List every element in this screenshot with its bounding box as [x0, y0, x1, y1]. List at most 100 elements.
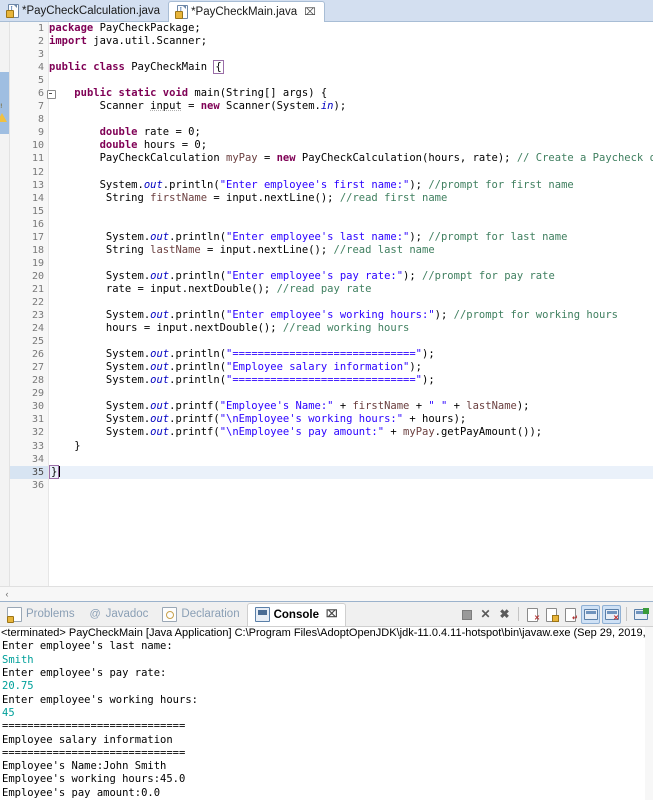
console-input-line: 20.75	[2, 680, 34, 693]
code-area[interactable]: package PayCheckPackage; import java.util…	[49, 22, 653, 586]
code-line[interactable]	[49, 205, 653, 218]
code-token: out	[150, 361, 170, 374]
pin-console-button[interactable]	[581, 604, 600, 624]
code-line[interactable]: rate = input.nextDouble(); //read pay ra…	[49, 283, 653, 296]
code-token: public static void	[74, 87, 195, 100]
code-token: System.	[49, 269, 151, 282]
code-token: .getPayAmount());	[434, 426, 543, 439]
line-number: 18	[31, 244, 44, 256]
editor-tab-label: *PayCheckMain.java	[191, 6, 298, 18]
code-line[interactable]: System.out.println("Enter employee's wor…	[49, 309, 653, 322]
code-token: "Enter employee's pay rate:"	[226, 269, 404, 282]
console-output-line: =============================	[2, 746, 186, 759]
code-line[interactable]: String lastName = input.nextLine(); //re…	[49, 244, 653, 257]
code-token: PayCheckCalculation	[49, 152, 227, 165]
code-line[interactable]	[49, 218, 653, 231]
remove-all-terminated-button[interactable]: ✖	[496, 606, 513, 623]
code-line[interactable]: System.out.printf("\nEmployee's working …	[49, 413, 653, 426]
code-token: PayCheckPackage;	[99, 22, 201, 34]
code-line[interactable]	[49, 296, 653, 309]
code-line[interactable]: public class PayCheckMain {	[49, 60, 653, 75]
code-line[interactable]: String firstName = input.nextLine(); //r…	[49, 192, 653, 205]
code-line[interactable]: System.out.println("Enter employee's pay…	[49, 270, 653, 283]
editor-horizontal-scrollbar[interactable]: ‹	[0, 586, 653, 602]
line-number: 7!	[0, 100, 48, 123]
tab-label: Problems	[26, 608, 75, 621]
line-number: 29	[31, 388, 44, 400]
code-token: );	[333, 100, 347, 113]
code-token: out	[150, 230, 170, 243]
open-console-button[interactable]	[632, 606, 649, 623]
code-line[interactable]	[49, 257, 653, 270]
code-line[interactable]	[49, 479, 653, 492]
display-selected-console-button[interactable]: ✕	[602, 604, 621, 624]
code-line[interactable]: System.out.println("Enter employee's las…	[49, 231, 653, 244]
code-line[interactable]: hours = input.nextDouble(); //read worki…	[49, 322, 653, 335]
code-token: "\nEmployee's pay amount:"	[219, 426, 385, 439]
code-token: = input.nextLine();	[207, 191, 340, 204]
tab-console[interactable]: Console ⌧	[246, 602, 346, 626]
line-number: 13	[31, 179, 44, 191]
line-number: 11	[31, 153, 44, 165]
clear-console-button[interactable]: ✕	[524, 606, 541, 623]
code-token: System.	[49, 309, 151, 322]
code-token: rate = input.nextDouble();	[49, 282, 277, 295]
tab-declaration[interactable]: Declaration	[155, 603, 246, 625]
code-line[interactable]: double rate = 0;	[49, 126, 653, 139]
code-line[interactable]: package PayCheckPackage;	[49, 22, 653, 35]
editor-tab-paycheckcalculation[interactable]: J *PayCheckCalculation.java	[0, 1, 169, 21]
remove-launch-button[interactable]: ✕	[477, 606, 494, 623]
scroll-left-icon[interactable]: ‹	[0, 589, 14, 599]
code-editor[interactable]: 1 2 3 4 5 6 7! 8 9 10 11 12 13 14 15 16 17 18 19 20 21 22 23 24…	[0, 22, 653, 587]
editor-tab-paycheckmain[interactable]: J *PayCheckMain.java ⌧	[168, 1, 325, 22]
code-line[interactable]	[49, 453, 653, 466]
code-line[interactable]	[49, 74, 653, 87]
code-line[interactable]: }	[49, 464, 653, 479]
code-line[interactable]: System.out.printf("Employee's Name:" + f…	[49, 400, 653, 413]
code-line[interactable]: PayCheckCalculation myPay = new PayCheck…	[49, 152, 653, 165]
code-line[interactable]	[49, 387, 653, 400]
code-line[interactable]	[49, 48, 653, 61]
code-line[interactable]: double hours = 0;	[49, 139, 653, 152]
tab-javadoc[interactable]: @ Javadoc	[82, 603, 156, 625]
code-line[interactable]	[49, 113, 653, 126]
code-token: hours = input.nextDouble();	[49, 322, 283, 335]
warning-icon[interactable]: !	[0, 101, 7, 123]
close-icon[interactable]: ⌧	[304, 7, 316, 18]
code-token: " "	[428, 400, 448, 413]
code-line[interactable]: System.out.printf("\nEmployee's pay amou…	[49, 426, 653, 439]
code-token: out	[143, 178, 163, 191]
code-token: //prompt for pay rate	[422, 269, 555, 282]
tab-problems[interactable]: Problems	[0, 603, 82, 625]
code-line[interactable]	[49, 335, 653, 348]
code-token: double	[99, 139, 144, 152]
code-line[interactable]: System.out.println("====================…	[49, 348, 653, 361]
java-file-icon: J	[6, 4, 19, 18]
line-number: 19	[31, 257, 44, 269]
code-line[interactable]: System.out.println("Employee salary info…	[49, 361, 653, 374]
code-line[interactable]: }	[49, 440, 653, 453]
console-vertical-scrollbar[interactable]	[645, 627, 653, 800]
code-line[interactable]: System.out.println("Enter employee's fir…	[49, 179, 653, 192]
console-view: Problems @ Javadoc Declaration Console ⌧…	[0, 601, 653, 800]
console-output-line: Enter employee's last name:	[2, 640, 173, 653]
code-line[interactable]: Scanner input = new Scanner(System.in);	[49, 100, 653, 113]
word-wrap-button[interactable]: ↵	[562, 606, 579, 623]
console-output[interactable]: <terminated> PayCheckMain [Java Applicat…	[0, 627, 653, 800]
code-token: .println(	[169, 374, 227, 387]
terminate-button[interactable]	[458, 606, 475, 623]
tab-label: Declaration	[181, 608, 240, 621]
scroll-lock-button[interactable]	[543, 606, 560, 623]
code-token: );	[409, 178, 429, 191]
close-icon[interactable]: ⌧	[326, 609, 338, 620]
code-line[interactable]: import java.util.Scanner;	[49, 35, 653, 48]
code-line[interactable]	[49, 166, 653, 179]
scrollbar-track[interactable]	[14, 589, 653, 599]
toolbar-divider	[626, 607, 627, 622]
code-token: out	[150, 426, 170, 439]
code-line[interactable]: System.out.println("====================…	[49, 374, 653, 387]
console-output-line: Enter employee's working hours:	[2, 693, 198, 706]
code-line[interactable]: public static void main(String[] args) {	[49, 87, 653, 100]
line-number-gutter: 1 2 3 4 5 6 7! 8 9 10 11 12 13 14 15 16 17 18 19 20 21 22 23 24…	[0, 22, 56, 587]
